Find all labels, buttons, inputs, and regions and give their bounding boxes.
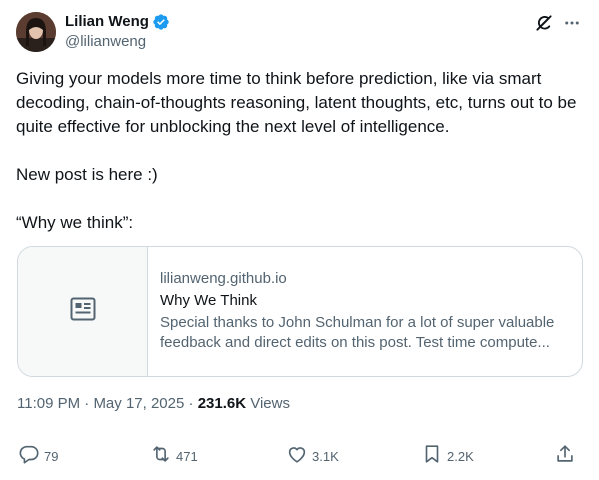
bookmark-icon <box>421 443 443 470</box>
action-bar: 79 471 3.1K 2.2K <box>18 444 580 468</box>
share-button[interactable] <box>554 444 576 468</box>
meta-separator: · <box>188 395 198 412</box>
tweet-meta: 11:09 PM · May 17, 2025 · 231.6K Views <box>17 394 290 414</box>
views-label: Views <box>250 395 290 412</box>
card-description: Special thanks to John Schulman for a lo… <box>160 314 555 351</box>
tweet-header: Lilian Weng @lilianweng <box>16 10 583 54</box>
card-thumbnail[interactable] <box>18 247 148 376</box>
more-icon[interactable] <box>561 12 583 34</box>
reply-icon <box>18 443 40 470</box>
display-name[interactable]: Lilian Weng <box>65 12 149 32</box>
avatar[interactable] <box>16 12 56 52</box>
like-button[interactable]: 3.1K <box>286 444 339 468</box>
like-count: 3.1K <box>312 448 339 464</box>
user-info[interactable]: Lilian Weng @lilianweng <box>65 12 170 52</box>
reply-count: 79 <box>44 448 59 464</box>
bookmark-button[interactable]: 2.2K <box>421 444 474 468</box>
repost-button[interactable]: 471 <box>150 444 198 468</box>
link-card[interactable]: lilianweng.github.io Why We Think Specia… <box>17 246 583 377</box>
article-icon <box>70 297 96 326</box>
card-text[interactable]: lilianweng.github.io Why We Think Specia… <box>148 247 582 376</box>
repost-icon <box>150 443 172 470</box>
reply-button[interactable]: 79 <box>18 444 58 468</box>
repost-count: 471 <box>176 448 198 464</box>
top-actions <box>533 12 583 34</box>
bookmark-count: 2.2K <box>447 448 474 464</box>
tweet-date[interactable]: May 17, 2025 <box>93 395 184 412</box>
share-icon <box>554 443 576 470</box>
card-title: Why We Think <box>160 292 257 309</box>
tweet: Lilian Weng @lilianweng Giving your mode… <box>0 0 599 480</box>
tweet-time[interactable]: 11:09 PM <box>17 395 80 412</box>
like-icon <box>286 443 308 470</box>
handle[interactable]: @lilianweng <box>65 32 170 52</box>
grok-icon[interactable] <box>533 12 555 34</box>
verified-badge-icon <box>152 13 170 31</box>
tweet-text: Giving your models more time to think be… <box>16 69 577 232</box>
card-domain: lilianweng.github.io <box>160 270 287 287</box>
views-count: 231.6K <box>197 395 247 412</box>
